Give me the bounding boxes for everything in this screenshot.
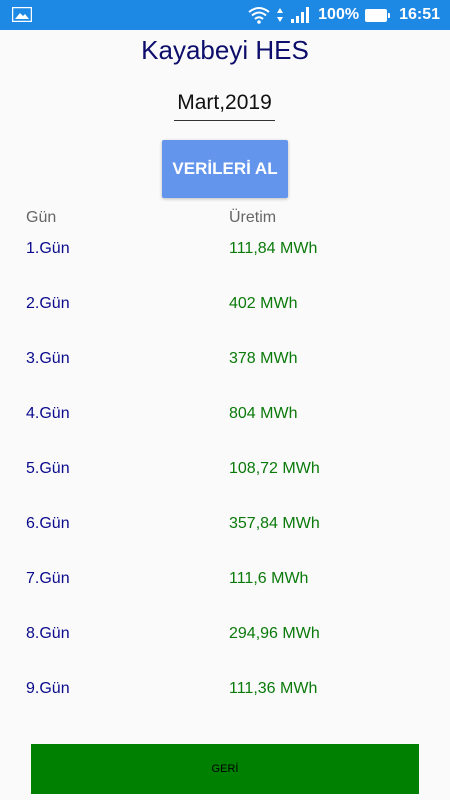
list-item: 3.Gün 378 MWh bbox=[0, 342, 450, 397]
column-header-day: Gün bbox=[26, 209, 57, 226]
production-value: 804 MWh bbox=[229, 405, 298, 422]
column-header-production: Üretim bbox=[229, 209, 277, 226]
list-item: 5.Gün 108,72 MWh bbox=[0, 452, 450, 507]
day-label: 9.Gün bbox=[26, 680, 70, 697]
image-notification-icon bbox=[12, 7, 32, 22]
page-title: Kayabeyi HES bbox=[141, 35, 309, 65]
day-label: 1.Gün bbox=[26, 240, 70, 257]
day-label: 6.Gün bbox=[26, 515, 70, 532]
list-item: 7.Gün 111,6 MWh bbox=[0, 562, 450, 617]
production-value: 378 MWh bbox=[229, 350, 298, 367]
status-bar: 100% 16:51 bbox=[0, 0, 450, 30]
clock: 16:51 bbox=[399, 6, 440, 23]
day-label: 3.Gün bbox=[26, 350, 70, 367]
fetch-data-button[interactable]: VERİLERİ AL bbox=[162, 140, 288, 198]
production-value: 294,96 MWh bbox=[229, 625, 320, 642]
day-label: 8.Gün bbox=[26, 625, 70, 642]
battery-percent: 100% bbox=[318, 6, 360, 23]
production-value: 111,6 MWh bbox=[229, 570, 309, 587]
production-value: 402 MWh bbox=[229, 295, 298, 312]
production-value: 111,84 MWh bbox=[229, 240, 318, 257]
day-label: 5.Gün bbox=[26, 460, 70, 477]
day-label: 2.Gün bbox=[26, 295, 70, 312]
day-label: 7.Gün bbox=[26, 570, 70, 587]
production-value: 357,84 MWh bbox=[229, 515, 320, 532]
production-list: 1.Gün 111,84 MWh 2.Gün 402 MWh 3.Gün 378… bbox=[0, 232, 450, 727]
list-item: 9.Gün 111,36 MWh bbox=[0, 672, 450, 727]
battery-icon bbox=[365, 8, 391, 22]
signal-icon bbox=[291, 7, 310, 23]
day-label: 4.Gün bbox=[26, 405, 70, 422]
data-arrows-icon bbox=[277, 8, 284, 22]
list-item: 6.Gün 357,84 MWh bbox=[0, 507, 450, 562]
back-button[interactable]: GERİ bbox=[31, 744, 419, 794]
list-item: 8.Gün 294,96 MWh bbox=[0, 617, 450, 672]
production-value: 111,36 MWh bbox=[229, 680, 318, 697]
date-field[interactable]: Mart,2019 bbox=[174, 88, 275, 121]
list-item: 1.Gün 111,84 MWh bbox=[0, 232, 450, 287]
list-item: 4.Gün 804 MWh bbox=[0, 397, 450, 452]
wifi-icon bbox=[248, 7, 270, 24]
list-item: 2.Gün 402 MWh bbox=[0, 287, 450, 342]
production-value: 108,72 MWh bbox=[229, 460, 320, 477]
